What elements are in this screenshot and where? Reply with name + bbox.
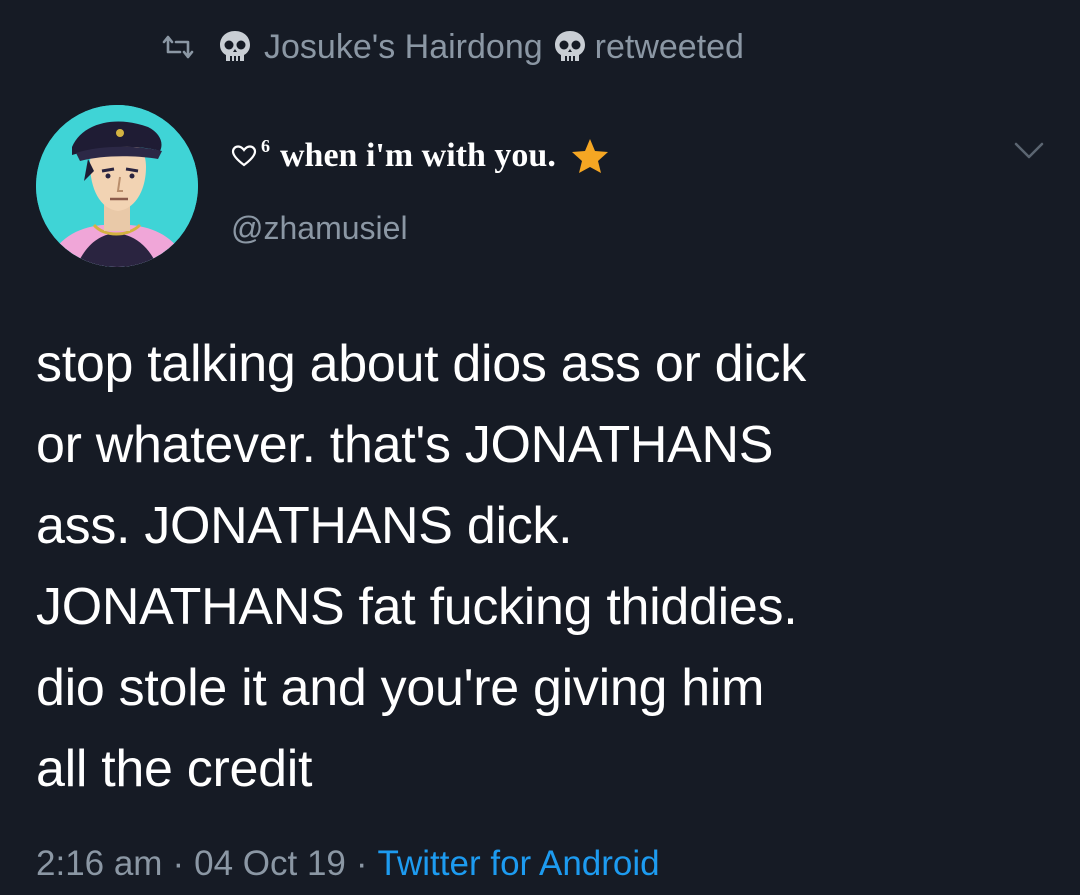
author-handle[interactable]: @zhamusiel	[231, 210, 408, 247]
tweet-date[interactable]: 04 Oct 19	[194, 844, 346, 884]
name-superscript: 6	[261, 135, 270, 156]
tweet-time[interactable]: 2:16 am	[36, 844, 162, 884]
skull-icon	[218, 29, 252, 65]
avatar[interactable]	[36, 105, 198, 267]
chevron-down-icon[interactable]	[1012, 140, 1046, 162]
meta-separator: ·	[355, 844, 368, 883]
retweet-context: Josuke's Hairdong retweeted	[160, 26, 744, 68]
retweeted-label: retweeted	[594, 27, 744, 66]
author-display-name[interactable]: when i'm with you.	[280, 137, 556, 175]
tweet-card: Josuke's Hairdong retweeted 6 when i'm w…	[0, 0, 1080, 895]
skull-icon	[553, 29, 587, 65]
author-name-row[interactable]: 6 when i'm with you.	[231, 132, 610, 180]
retweeter-name[interactable]: Josuke's Hairdong	[264, 28, 543, 67]
heart-icon	[231, 144, 257, 168]
star-icon	[570, 137, 610, 175]
meta-separator: ·	[172, 844, 185, 883]
retweet-icon	[160, 32, 196, 62]
tweet-meta: 2:16 am · 04 Oct 19 · Twitter for Androi…	[36, 844, 660, 884]
tweet-text: stop talking about dios ass or dick or w…	[36, 335, 806, 798]
tweet-source-link[interactable]: Twitter for Android	[378, 844, 660, 884]
